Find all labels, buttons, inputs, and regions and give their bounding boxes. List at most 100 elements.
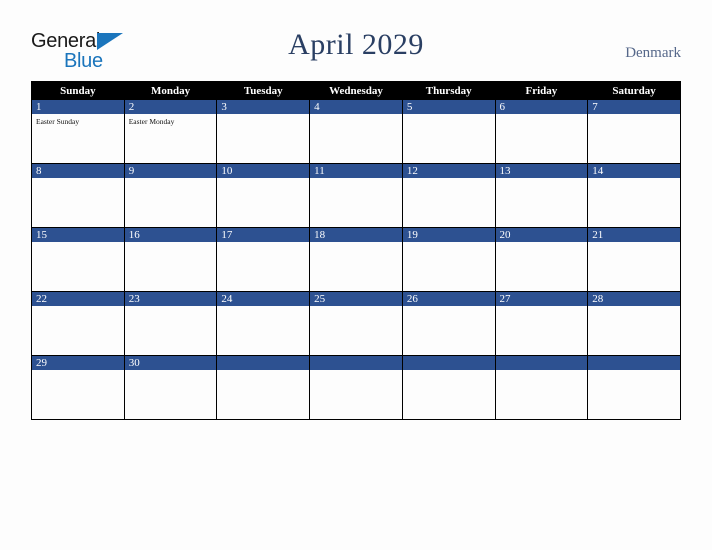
day-number [588, 356, 680, 370]
day-number [495, 356, 588, 370]
day-cell-20[interactable]: 20 [494, 227, 589, 292]
day-events [403, 370, 495, 373]
day-cell-content: 7 [588, 100, 680, 163]
day-events [496, 370, 588, 373]
day-cell-10[interactable]: 10 [216, 163, 311, 228]
day-cell-content: 6 [495, 100, 588, 163]
week-row: 22 23 24 25 26 27 28 [31, 291, 681, 356]
day-events [496, 178, 588, 181]
day-events [217, 178, 309, 181]
day-number: 13 [495, 164, 588, 178]
day-cell-content: 10 [217, 164, 310, 227]
day-events [217, 306, 309, 309]
day-cell-6[interactable]: 6 [494, 99, 589, 164]
day-cell-27[interactable]: 27 [494, 291, 589, 356]
day-cell-2[interactable]: 2 Easter Monday [123, 99, 218, 164]
day-events [310, 370, 402, 373]
day-cell-empty[interactable] [216, 355, 311, 420]
day-cell-11[interactable]: 11 [309, 163, 403, 228]
day-cell-content: 20 [495, 228, 588, 291]
day-cell-4[interactable]: 4 [309, 99, 403, 164]
day-number: 27 [495, 292, 588, 306]
day-cell-empty[interactable] [494, 355, 589, 420]
day-cell-12[interactable]: 12 [401, 163, 496, 228]
day-cell-9[interactable]: 9 [123, 163, 218, 228]
day-number: 20 [495, 228, 588, 242]
day-cell-content: 9 [124, 164, 217, 227]
day-number: 28 [588, 292, 680, 306]
country-label: Denmark [625, 45, 681, 61]
day-number [402, 356, 495, 370]
day-events [32, 178, 124, 181]
day-number: 12 [402, 164, 495, 178]
weekday-header-saturday: Saturday [587, 81, 681, 100]
day-number: 29 [32, 356, 124, 370]
day-cell-empty[interactable] [309, 355, 403, 420]
day-cell-13[interactable]: 13 [494, 163, 589, 228]
day-events [403, 178, 495, 181]
day-cell-content [217, 356, 310, 419]
day-cell-content: 11 [310, 164, 402, 227]
day-events [125, 306, 217, 309]
weekday-header-row: Sunday Monday Tuesday Wednesday Thursday Frid… [31, 81, 681, 100]
day-cell-29[interactable]: 29 [31, 355, 125, 420]
weekday-header-monday: Monday [123, 81, 218, 100]
day-cell-26[interactable]: 26 [401, 291, 496, 356]
day-number: 10 [217, 164, 310, 178]
day-cell-17[interactable]: 17 [216, 227, 311, 292]
day-events [125, 178, 217, 181]
day-cell-1[interactable]: 1 Easter Sunday [31, 99, 125, 164]
day-events [496, 306, 588, 309]
day-number: 26 [402, 292, 495, 306]
day-cell-3[interactable]: 3 [216, 99, 311, 164]
day-number: 24 [217, 292, 310, 306]
day-cell-22[interactable]: 22 [31, 291, 125, 356]
day-cell-25[interactable]: 25 [309, 291, 403, 356]
day-cell-28[interactable]: 28 [587, 291, 681, 356]
day-events: Easter Monday [125, 114, 217, 127]
day-events [310, 114, 402, 117]
day-cell-19[interactable]: 19 [401, 227, 496, 292]
day-cell-16[interactable]: 16 [123, 227, 218, 292]
day-cell-content: 1 Easter Sunday [32, 100, 124, 163]
day-cell-23[interactable]: 23 [123, 291, 218, 356]
day-number: 6 [495, 100, 588, 114]
day-cell-24[interactable]: 24 [216, 291, 311, 356]
day-events [496, 242, 588, 245]
day-events [588, 242, 680, 245]
day-cell-content: 12 [402, 164, 495, 227]
day-cell-content: 19 [402, 228, 495, 291]
day-number: 1 [32, 100, 124, 114]
week-row: 1 Easter Sunday 2 Easter Monday 3 4 5 6 7 [31, 99, 681, 164]
day-cell-21[interactable]: 21 [587, 227, 681, 292]
day-events [310, 242, 402, 245]
weekday-header-wednesday: Wednesday [309, 81, 403, 100]
day-cell-content [310, 356, 402, 419]
day-cell-18[interactable]: 18 [309, 227, 403, 292]
day-number: 7 [588, 100, 680, 114]
weekday-header-friday: Friday [494, 81, 589, 100]
day-cell-content: 22 [32, 292, 124, 355]
day-cell-content: 27 [495, 292, 588, 355]
day-cell-content: 13 [495, 164, 588, 227]
day-cell-content [402, 356, 495, 419]
day-cell-5[interactable]: 5 [401, 99, 496, 164]
weekday-header-sunday: Sunday [31, 81, 125, 100]
holiday-label: Easter Sunday [36, 117, 80, 126]
day-cell-7[interactable]: 7 [587, 99, 681, 164]
day-number: 3 [217, 100, 310, 114]
day-cell-14[interactable]: 14 [587, 163, 681, 228]
day-cell-30[interactable]: 30 [123, 355, 218, 420]
day-cell-15[interactable]: 15 [31, 227, 125, 292]
weekday-header-thursday: Thursday [401, 81, 496, 100]
day-cell-empty[interactable] [587, 355, 681, 420]
day-events [496, 114, 588, 117]
day-cell-empty[interactable] [401, 355, 496, 420]
day-events [125, 370, 217, 373]
day-cell-content: 3 [217, 100, 310, 163]
day-cell-content [495, 356, 588, 419]
day-number [310, 356, 402, 370]
day-cell-8[interactable]: 8 [31, 163, 125, 228]
day-events [32, 242, 124, 245]
day-cell-content: 16 [124, 228, 217, 291]
